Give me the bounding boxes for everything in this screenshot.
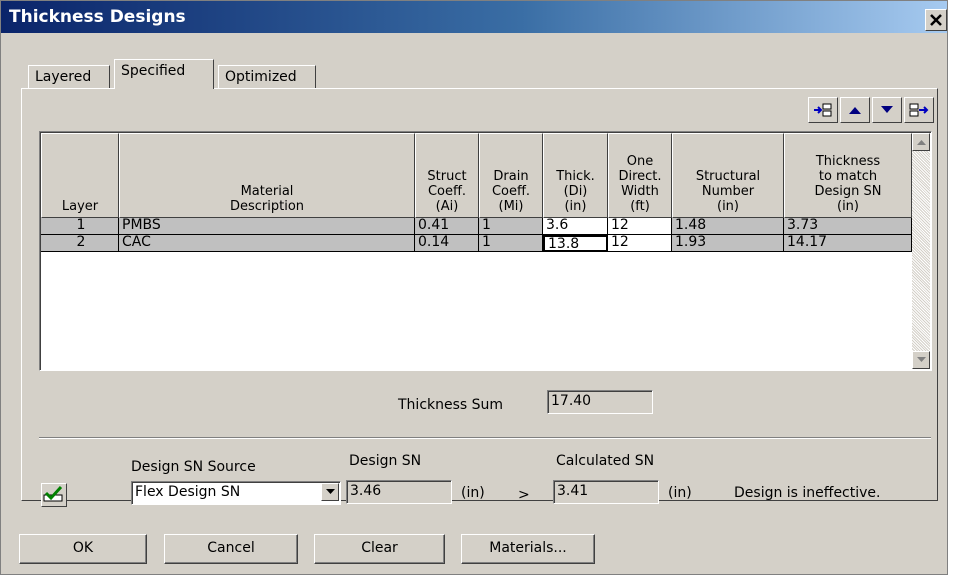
calculated-sn-unit: (in) [668, 485, 692, 501]
move-down-button[interactable] [872, 97, 902, 123]
scroll-up-icon [916, 140, 926, 145]
design-sn-source-label: Design SN Source [131, 459, 256, 475]
cell-structural-number: 1.48 [672, 218, 784, 235]
design-sn-source-value: Flex Design SN [135, 484, 241, 500]
tab-specified[interactable]: Specified [114, 59, 214, 89]
table-row[interactable]: 2 CAC 0.14 1 13.8 12 1.93 14.17 [41, 235, 912, 252]
design-sn-label: Design SN [349, 453, 422, 469]
cell-drain-coeff[interactable]: 1 [479, 235, 543, 252]
cell-material[interactable]: CAC [119, 235, 415, 252]
calculated-sn-label: Calculated SN [556, 453, 655, 469]
cell-drain-coeff[interactable]: 1 [479, 218, 543, 235]
divider [39, 437, 931, 439]
column-header-thickness-match[interactable]: Thickness to match Design SN (in) [784, 133, 912, 218]
checkmark-icon [43, 485, 63, 502]
tab-layered[interactable]: Layered [28, 65, 110, 89]
column-header-thick[interactable]: Thick. (Di) (in) [543, 133, 608, 218]
thickness-sum-label: Thickness Sum [398, 397, 504, 413]
scroll-down-icon [916, 357, 926, 362]
close-button[interactable] [925, 9, 947, 31]
column-header-width[interactable]: One Direct. Width (ft) [608, 133, 672, 218]
thickness-designs-dialog: Thickness Designs Layered Specified Opti… [0, 0, 948, 575]
thickness-sum-field: 17.40 [547, 390, 653, 414]
move-up-icon [849, 107, 861, 114]
cell-struct-coeff[interactable]: 0.41 [415, 218, 479, 235]
tab-label: Optimized [225, 69, 297, 85]
vertical-scrollbar[interactable] [912, 133, 930, 369]
move-up-button[interactable] [840, 97, 870, 123]
cell-thickness-match: 3.73 [784, 218, 912, 235]
design-sn-source-select[interactable]: Flex Design SN [131, 481, 341, 505]
title-bar[interactable]: Thickness Designs [1, 1, 947, 33]
column-header-material[interactable]: Material Description [119, 133, 415, 218]
table-row[interactable]: 1 PMBS 0.41 1 3.6 12 1.48 3.73 [41, 218, 912, 235]
tab-label: Specified [121, 63, 186, 79]
append-row-button[interactable] [904, 97, 934, 123]
insert-row-button[interactable] [808, 97, 838, 123]
column-header-drain-coeff[interactable]: Drain Coeff. (Mi) [479, 133, 543, 218]
layers-grid[interactable]: Layer Material Description Struct Coeff.… [39, 131, 932, 371]
cell-width[interactable]: 12 [608, 218, 672, 235]
chevron-down-icon [325, 489, 335, 494]
dropdown-button[interactable] [321, 483, 339, 501]
design-sn-field: 3.46 [346, 480, 452, 504]
design-status-message: Design is ineffective. [734, 485, 881, 501]
cell-structural-number: 1.93 [672, 235, 784, 252]
cell-layer: 2 [41, 235, 119, 252]
tab-label: Layered [35, 69, 92, 85]
materials-button[interactable]: Materials... [461, 534, 595, 564]
close-icon [930, 14, 942, 26]
comparison-symbol: > [518, 487, 530, 503]
cell-thickness-match: 14.17 [784, 235, 912, 252]
append-row-icon [909, 103, 929, 117]
cell-width[interactable]: 12 [608, 235, 672, 252]
design-sn-unit: (in) [461, 485, 485, 501]
cancel-button[interactable]: Cancel [164, 534, 298, 564]
move-down-icon [881, 106, 893, 113]
column-header-structural-number[interactable]: Structural Number (in) [672, 133, 784, 218]
tab-optimized[interactable]: Optimized [218, 65, 316, 89]
column-header-layer[interactable]: Layer [41, 133, 119, 218]
cell-material[interactable]: PMBS [119, 218, 415, 235]
cell-struct-coeff[interactable]: 0.14 [415, 235, 479, 252]
insert-row-icon [814, 103, 832, 117]
cell-thick-selected[interactable]: 13.8 [543, 235, 608, 252]
ok-button[interactable]: OK [19, 534, 147, 564]
column-header-struct-coeff[interactable]: Struct Coeff. (Ai) [415, 133, 479, 218]
cell-layer: 1 [41, 218, 119, 235]
scroll-up-button[interactable] [912, 133, 930, 151]
scroll-down-button[interactable] [912, 351, 930, 369]
cell-thick[interactable]: 3.6 [543, 218, 608, 235]
calculated-sn-field: 3.41 [553, 480, 659, 504]
clear-button[interactable]: Clear [314, 534, 445, 564]
check-design-button[interactable] [41, 483, 67, 507]
window-title: Thickness Designs [9, 7, 186, 27]
